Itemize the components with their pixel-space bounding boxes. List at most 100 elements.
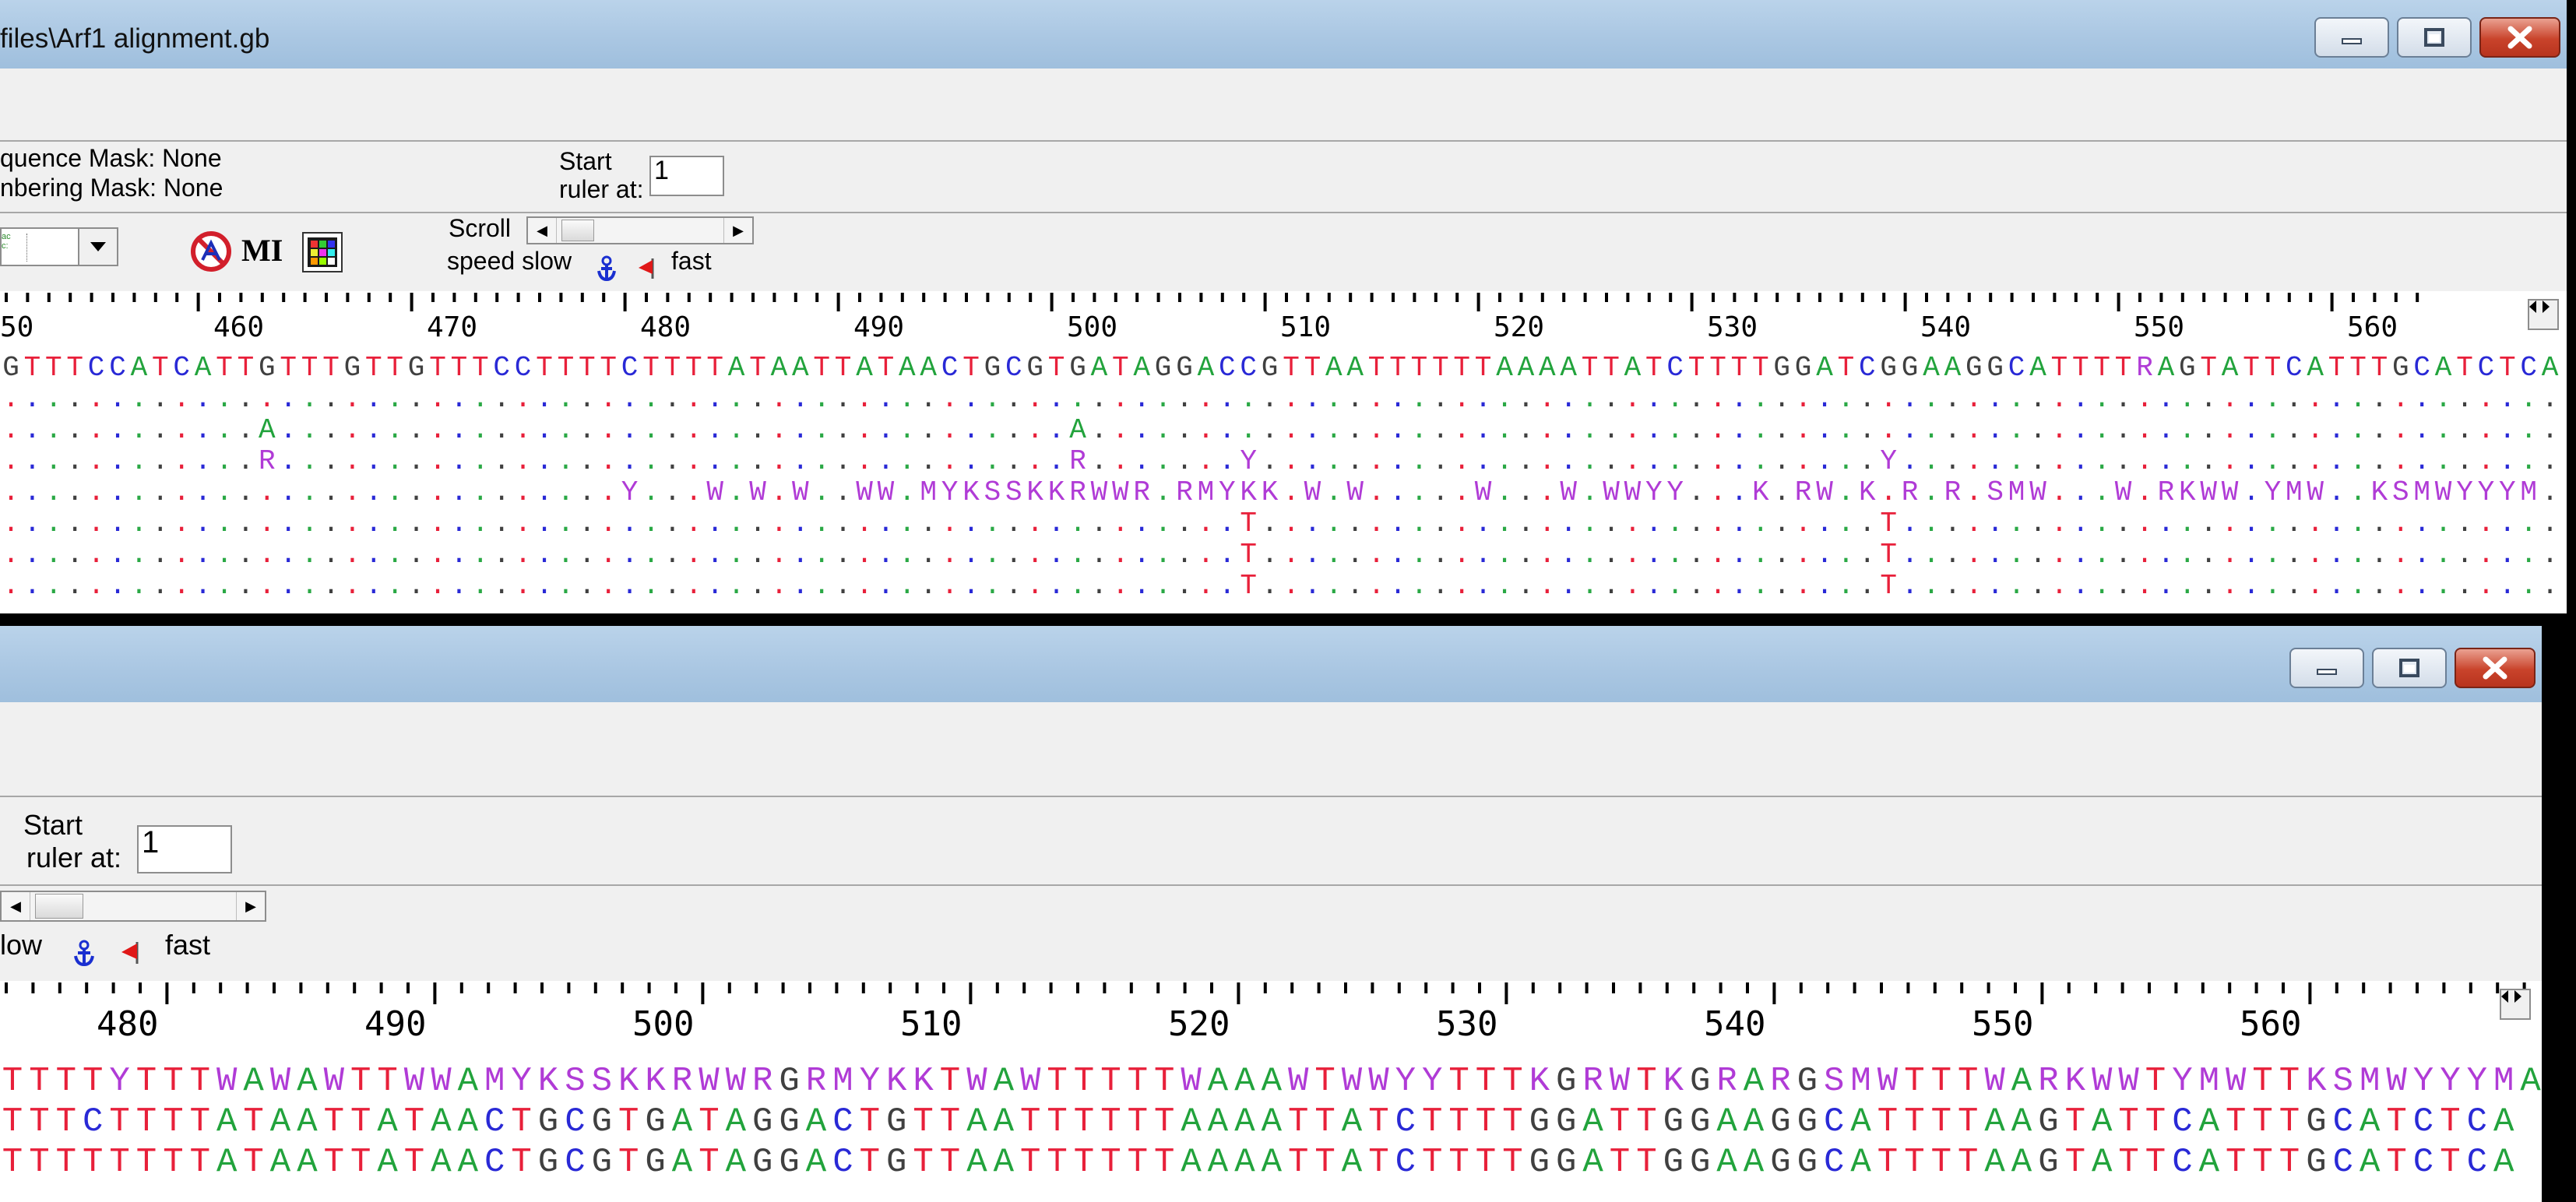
maximize-button[interactable] [2372, 648, 2447, 688]
scroll-right-arrow[interactable]: ▶ [723, 218, 752, 243]
base-char: . [1048, 414, 1065, 446]
scroll-right-arrow[interactable]: ▶ [236, 892, 265, 920]
base-char: A [1262, 1062, 1283, 1101]
sequence-row[interactable]: ............R...........................… [2, 445, 2558, 477]
base-char: . [152, 570, 169, 602]
minimize-button[interactable] [2289, 648, 2364, 688]
base-char: . [386, 476, 403, 508]
minimize-button[interactable] [2314, 17, 2389, 58]
sequence-view[interactable]: 50 460 470 480 490 500 510 520 530 540 550 560 G T T T C… [0, 291, 2567, 613]
scroll-track[interactable] [30, 892, 236, 920]
base-char: . [109, 383, 126, 415]
combo-dropdown-button[interactable] [78, 229, 117, 265]
base-char: . [1816, 570, 1833, 602]
sequence-alignment-canvas[interactable]: 480 490 500 510 520 530 540 550 560T T T T Y T T T W A W A W… [0, 981, 2542, 1202]
sequence-row[interactable]: ............ A...........................… [2, 414, 2558, 446]
base-char: . [1304, 570, 1321, 602]
base-char: . [88, 476, 105, 508]
base-char: . [1262, 539, 1279, 571]
sequence-view[interactable]: 480 490 500 510 520 530 540 550 560 T T T T Y T T T W A W A W… [0, 981, 2542, 1202]
mi-button[interactable]: MI [241, 234, 283, 268]
base-char: . [728, 539, 745, 571]
base-char: . [280, 508, 297, 539]
sequence-row[interactable]: ........................................… [2, 383, 2558, 415]
base-char: . [2349, 570, 2367, 602]
base-char: T [324, 1102, 344, 1141]
base-char: . [1432, 570, 1449, 602]
base-char: . [1731, 445, 1748, 477]
sequence-row[interactable]: TTTTTTTTATAATTATAACTGCGTGATAGGACTGTTAATT… [2, 1143, 2514, 1182]
base-char: T [1838, 352, 1855, 384]
base-char: . [152, 476, 169, 508]
display-combo[interactable]: ac c: [0, 227, 118, 266]
base-char: . [1838, 570, 1855, 602]
color-grid-icon[interactable] [302, 232, 343, 272]
title-bar[interactable] [0, 626, 2542, 702]
start-ruler-input[interactable]: 1 [649, 156, 724, 196]
sequence-row[interactable]: .............................Y...W.W.W..… [2, 476, 2558, 508]
start-ruler-input[interactable]: 1 [137, 825, 232, 873]
base-char: . [1005, 445, 1022, 477]
scroll-speed-slider[interactable]: ◀ ▶ [526, 216, 754, 244]
base-char: K [2065, 1062, 2086, 1101]
ruler-expand-button[interactable] [2528, 299, 2559, 330]
base-char: . [1603, 570, 1620, 602]
base-char: A [2542, 352, 2559, 384]
base-char: . [1688, 539, 1705, 571]
sequence-alignment-canvas[interactable]: 50 460 470 480 490 500 510 520 530 540 550 560G T T T C… [0, 291, 2567, 613]
base-char: . [1176, 445, 1193, 477]
base-char: A [806, 1102, 827, 1141]
title-bar[interactable]: files\Arf1 alignment.gb [0, 0, 2567, 69]
base-char: . [1965, 414, 1983, 446]
restriction-icon[interactable] [190, 230, 232, 272]
base-char: . [771, 539, 788, 571]
scroll-left-arrow[interactable]: ◀ [2, 892, 30, 920]
scroll-track[interactable] [557, 218, 723, 243]
base-char: . [1262, 445, 1279, 477]
base-char: T [1368, 1102, 1388, 1141]
base-char: A [2435, 352, 2452, 384]
sequence-row[interactable]: ........................................… [2, 539, 2558, 571]
close-button[interactable] [2479, 17, 2560, 58]
base-char: . [2392, 570, 2409, 602]
base-char: . [2200, 414, 2217, 446]
base-char: . [2265, 508, 2282, 539]
speed-slow-label: speed slow [447, 247, 572, 275]
sequence-row[interactable]: GTTTCCATCATTGTTTGTTGTTTCCTTTTCTTTTATAATT… [2, 352, 2559, 384]
base-char: . [2, 414, 19, 446]
base-char: . [280, 383, 297, 415]
base-char: . [1987, 539, 2004, 571]
close-button[interactable] [2455, 648, 2536, 688]
sequence-mask-label[interactable]: quence Mask: None [0, 144, 222, 172]
scroll-left-arrow[interactable]: ◀ [528, 218, 557, 243]
base-char: . [1560, 508, 1577, 539]
base-char: A [1744, 1062, 1765, 1101]
sequence-row[interactable]: ........................................… [2, 570, 2558, 602]
base-char: . [706, 508, 723, 539]
base-char: . [1688, 414, 1705, 446]
numbering-mask-label[interactable]: nbering Mask: None [0, 174, 223, 202]
scroll-speed-slider[interactable]: ◀ ▶ [0, 891, 266, 922]
base-char: . [66, 445, 83, 477]
base-char: A [1208, 1062, 1229, 1101]
ruler-label: 530 [1436, 1004, 1497, 1044]
sequence-row[interactable]: ........................................… [2, 508, 2558, 539]
sequence-row[interactable]: TTTCTTTTATAATTATAACTGCGTGATAGGACTGTTAATT… [2, 1102, 2514, 1141]
base-char: . [920, 414, 937, 446]
base-char: T [216, 352, 233, 384]
base-char: T [2386, 1102, 2406, 1141]
base-char: . [642, 445, 660, 477]
base-char: . [1560, 445, 1577, 477]
sequence-row[interactable]: TTTTYTTTWAWAWTTWWAMYKSSKKRWWRGRMYKKTWAWT… [2, 1062, 2542, 1101]
scroll-thumb[interactable] [35, 894, 83, 919]
ruler-expand-button[interactable] [2500, 989, 2531, 1020]
expand-arrows-icon [2529, 300, 2550, 313]
base-char: . [621, 383, 639, 415]
base-char: M [2413, 476, 2430, 508]
base-char: . [878, 414, 895, 446]
scroll-thumb[interactable] [561, 220, 594, 241]
maximize-button[interactable] [2397, 17, 2472, 58]
base-char: G [592, 1102, 612, 1141]
base-char: T [1074, 1143, 1094, 1182]
base-char: . [1325, 539, 1343, 571]
